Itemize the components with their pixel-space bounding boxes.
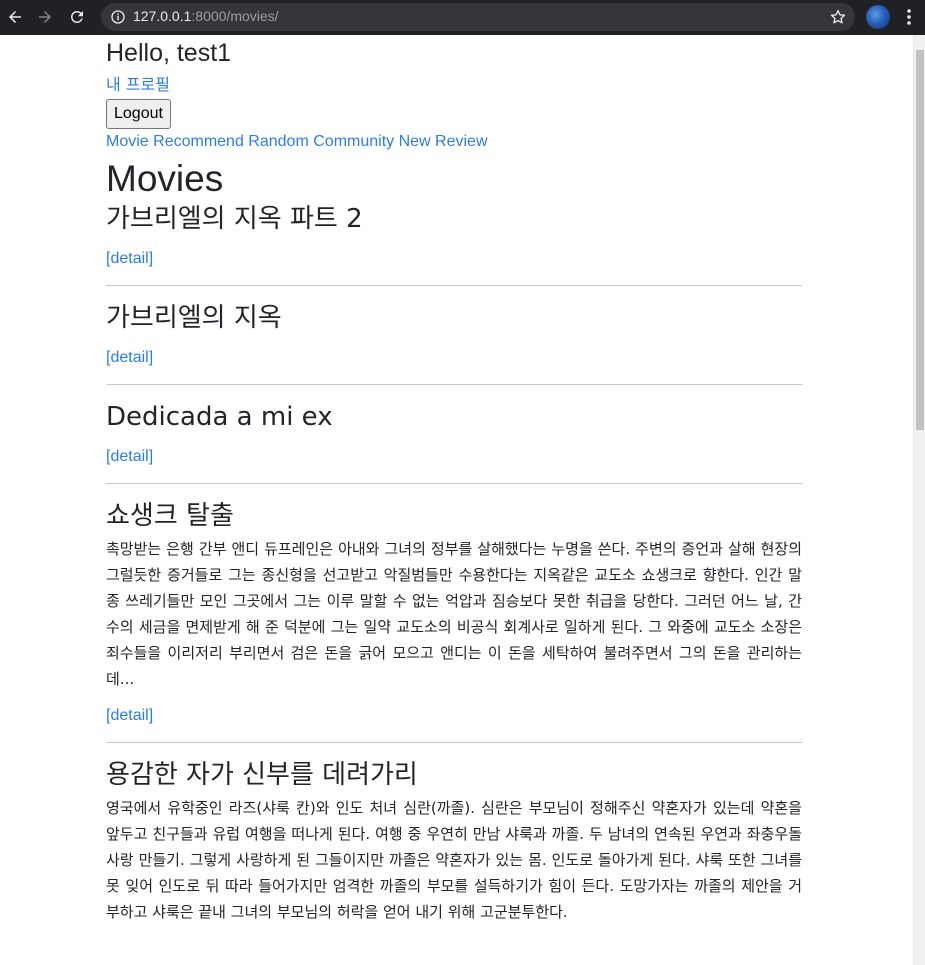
- movie-overview: 촉망받는 은행 간부 앤디 듀프레인은 아내와 그녀의 정부를 살해했다는 누명…: [106, 540, 802, 688]
- menu-dots-icon[interactable]: [902, 8, 916, 26]
- star-icon[interactable]: [829, 8, 847, 26]
- movie-title: 가브리엘의 지옥 파트 2: [106, 204, 363, 234]
- page-content: Hello, test1 내 프로필 Logout Movie Recommen…: [106, 36, 802, 955]
- nav-recommend-link[interactable]: Recommend: [153, 133, 244, 150]
- address-bar[interactable]: 127.0.0.1:8000/movies/: [101, 3, 855, 31]
- movie-title: 가브리엘의 지옥: [106, 303, 282, 333]
- logout-button[interactable]: Logout: [106, 99, 171, 129]
- page-scrollbar[interactable]: [913, 35, 925, 965]
- profile-link[interactable]: 내 프로필: [106, 72, 802, 98]
- movie-detail-link[interactable]: [detail]: [106, 447, 802, 467]
- nav-community-link[interactable]: Community: [313, 133, 394, 150]
- forward-arrow-icon[interactable]: [34, 6, 56, 28]
- movie-overview: 영국에서 유학중인 라즈(샤룩 칸)와 인도 처녀 심란(까졸). 심란은 부모…: [106, 799, 802, 921]
- back-arrow-icon[interactable]: [4, 6, 26, 28]
- url-text[interactable]: 127.0.0.1:8000/movies/: [133, 8, 279, 24]
- movie-item: Dedicada a mi ex [detail]: [106, 399, 802, 484]
- movie-detail-link[interactable]: [detail]: [106, 706, 802, 726]
- profile-avatar-icon[interactable]: [866, 5, 890, 29]
- movie-title: Dedicada a mi ex: [106, 402, 333, 432]
- greeting-heading: Hello, test1: [106, 39, 232, 67]
- movie-detail-link[interactable]: [detail]: [106, 348, 802, 368]
- movie-item: 가브리엘의 지옥 파트 2 [detail]: [106, 201, 802, 286]
- url-host: 127.0.0.1: [133, 8, 192, 24]
- page-title: Movies: [106, 158, 224, 199]
- scrollbar-thumb[interactable]: [916, 50, 924, 430]
- movie-item: 가브리엘의 지옥 [detail]: [106, 300, 802, 385]
- movie-item: 쇼생크 탈출 촉망받는 은행 간부 앤디 듀프레인은 아내와 그녀의 정부를 살…: [106, 498, 802, 743]
- url-path: :8000/movies/: [191, 8, 279, 24]
- info-icon[interactable]: [110, 9, 126, 25]
- browser-toolbar: 127.0.0.1:8000/movies/: [0, 0, 925, 35]
- movie-item: 용감한 자가 신부를 데려가리 영국에서 유학중인 라즈(샤룩 칸)와 인도 처…: [106, 757, 802, 941]
- movie-title: 용감한 자가 신부를 데려가리: [106, 760, 418, 790]
- movie-title: 쇼생크 탈출: [106, 501, 234, 531]
- movie-detail-link[interactable]: [detail]: [106, 249, 802, 269]
- nav-new-review-link[interactable]: New Review: [399, 133, 488, 150]
- nav-movie-link[interactable]: Movie: [106, 133, 149, 150]
- reload-icon[interactable]: [66, 6, 88, 28]
- nav-random-link[interactable]: Random: [248, 133, 308, 150]
- main-nav: Movie Recommend Random Community New Rev…: [106, 129, 802, 155]
